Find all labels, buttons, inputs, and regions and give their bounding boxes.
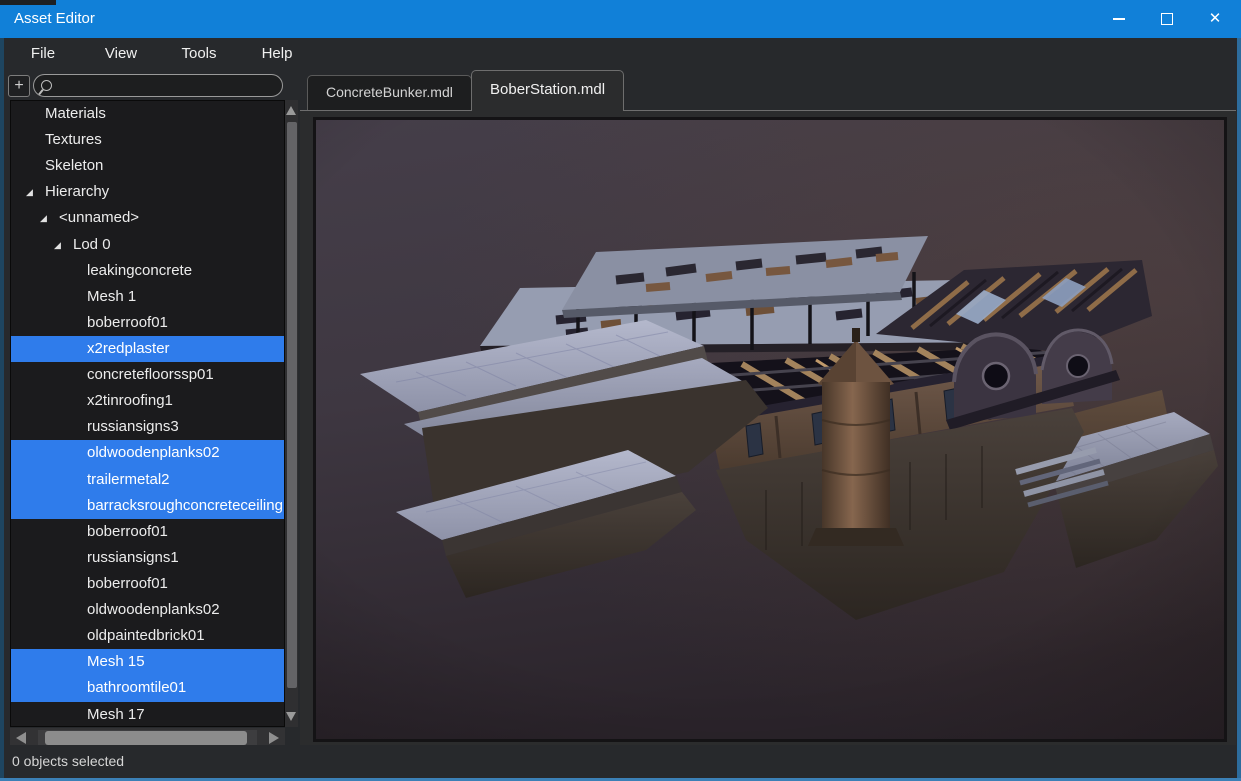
minimize-button[interactable] — [1095, 0, 1143, 38]
tree-item-label: bathroomtile01 — [87, 675, 186, 701]
scroll-down-arrow[interactable] — [286, 712, 296, 721]
search-input[interactable] — [52, 75, 282, 96]
tree-item-mesh-15[interactable]: Mesh 15 — [11, 649, 284, 675]
scroll-left-arrow[interactable] — [16, 732, 26, 744]
search-icon — [41, 80, 52, 91]
tree-item-label: Hierarchy — [45, 179, 109, 205]
tree-item-label: x2redplaster — [87, 336, 170, 362]
document-tabbar: ConcreteBunker.mdlBoberStation.mdl — [300, 70, 1236, 111]
expand-arrow-icon[interactable]: ◢ — [40, 205, 59, 231]
app-window: Asset Editor ✕ FileViewToolsHelp + Mater… — [0, 0, 1241, 781]
add-filter-button[interactable]: + — [8, 75, 30, 97]
tree-item-label: Lod 0 — [73, 232, 111, 258]
close-icon: ✕ — [1209, 0, 1222, 38]
tree-item-label: russiansigns3 — [87, 414, 179, 440]
material-tree: MaterialsTexturesSkeleton◢Hierarchy◢<unn… — [10, 100, 285, 727]
tree-item-label: oldpaintedbrick01 — [87, 623, 205, 649]
menu-file[interactable]: File — [4, 38, 82, 70]
tree-item-label: Materials — [45, 101, 106, 127]
tree-item-x2tinroofing1[interactable]: x2tinroofing1 — [11, 388, 284, 414]
tree-item-oldpaintedbrick01[interactable]: oldpaintedbrick01 — [11, 623, 284, 649]
tree-item-label: Mesh 15 — [87, 649, 145, 675]
tree-item-label: <unnamed> — [59, 205, 139, 231]
tree-item-label: Textures — [45, 127, 102, 153]
tree-item-label: boberroof01 — [87, 571, 168, 597]
tree-item-leakingconcrete[interactable]: leakingconcrete — [11, 258, 284, 284]
tree-item-boberroof01[interactable]: boberroof01 — [11, 519, 284, 545]
tab-concretebunker-mdl[interactable]: ConcreteBunker.mdl — [307, 75, 472, 110]
tree-item-boberroof01[interactable]: boberroof01 — [11, 571, 284, 597]
tree-item-label: x2tinroofing1 — [87, 388, 173, 414]
menu-tools[interactable]: Tools — [160, 38, 238, 70]
tree-item-label: trailermetal2 — [87, 467, 170, 493]
tree-item-skeleton[interactable]: Skeleton — [11, 153, 284, 179]
menu-help[interactable]: Help — [238, 38, 316, 70]
tree-item-bathroomtile01[interactable]: bathroomtile01 — [11, 675, 284, 701]
tree-item-russiansigns3[interactable]: russiansigns3 — [11, 414, 284, 440]
tree-item-mesh-1[interactable]: Mesh 1 — [11, 284, 284, 310]
titlebar[interactable]: Asset Editor ✕ — [0, 0, 1241, 38]
viewport-frame — [313, 117, 1227, 742]
tree-item-label: Skeleton — [45, 153, 103, 179]
window-border-right — [1237, 38, 1241, 778]
tree-item-oldwoodenplanks02[interactable]: oldwoodenplanks02 — [11, 440, 284, 466]
tree-item-label: oldwoodenplanks02 — [87, 597, 220, 623]
search-box — [33, 74, 283, 97]
tree-item-oldwoodenplanks02[interactable]: oldwoodenplanks02 — [11, 597, 284, 623]
tree-item-label: boberroof01 — [87, 310, 168, 336]
tab-boberstation-mdl[interactable]: BoberStation.mdl — [471, 70, 624, 111]
tree-item-label: Mesh 1 — [87, 284, 136, 310]
tree-item-mesh-17[interactable]: Mesh 17 — [11, 702, 284, 727]
tree-item-label: Mesh 17 — [87, 702, 145, 727]
tree-item-label: concretefloorssp01 — [87, 362, 214, 388]
scroll-up-arrow[interactable] — [286, 106, 296, 115]
expand-arrow-icon[interactable]: ◢ — [54, 232, 73, 258]
expand-arrow-icon[interactable]: ◢ — [26, 179, 45, 205]
scroll-right-arrow[interactable] — [269, 732, 279, 744]
window-controls: ✕ — [1095, 0, 1239, 38]
statusbar: 0 objects selected — [4, 745, 1237, 778]
maximize-icon — [1161, 13, 1173, 25]
tree-item-materials[interactable]: Materials — [11, 101, 284, 127]
viewport-panel — [300, 110, 1236, 745]
tree-item-label: oldwoodenplanks02 — [87, 440, 220, 466]
tree-item-barracksroughconcreteceiling[interactable]: barracksroughconcreteceiling — [11, 493, 284, 519]
window-border-left — [0, 38, 4, 778]
tree-item-hierarchy[interactable]: ◢Hierarchy — [11, 179, 284, 205]
selection-status: 0 objects selected — [12, 753, 124, 769]
tree-item--unnamed-[interactable]: ◢<unnamed> — [11, 205, 284, 231]
menubar: FileViewToolsHelp — [4, 38, 1237, 70]
tree-item-x2redplaster[interactable]: x2redplaster — [11, 336, 284, 362]
tree-item-russiansigns1[interactable]: russiansigns1 — [11, 545, 284, 571]
tree-item-label: barracksroughconcreteceiling — [87, 493, 283, 519]
tree-item-label: boberroof01 — [87, 519, 168, 545]
tree-vertical-scrollbar[interactable] — [285, 100, 298, 727]
maximize-button[interactable] — [1143, 0, 1191, 38]
minimize-icon — [1113, 18, 1125, 20]
tree-item-label: leakingconcrete — [87, 258, 192, 284]
menu-view[interactable]: View — [82, 38, 160, 70]
close-button[interactable]: ✕ — [1191, 0, 1239, 38]
tree-item-concretefloorssp01[interactable]: concretefloorssp01 — [11, 362, 284, 388]
vertical-scroll-thumb[interactable] — [287, 122, 297, 688]
viewport-3d-scene[interactable] — [316, 120, 1224, 739]
tree-item-boberroof01[interactable]: boberroof01 — [11, 310, 284, 336]
window-title: Asset Editor — [14, 0, 95, 38]
tree-item-textures[interactable]: Textures — [11, 127, 284, 153]
tree-item-trailermetal2[interactable]: trailermetal2 — [11, 467, 284, 493]
horizontal-scroll-thumb[interactable] — [45, 731, 247, 745]
tree-item-lod-0[interactable]: ◢Lod 0 — [11, 232, 284, 258]
tree-item-label: russiansigns1 — [87, 545, 179, 571]
